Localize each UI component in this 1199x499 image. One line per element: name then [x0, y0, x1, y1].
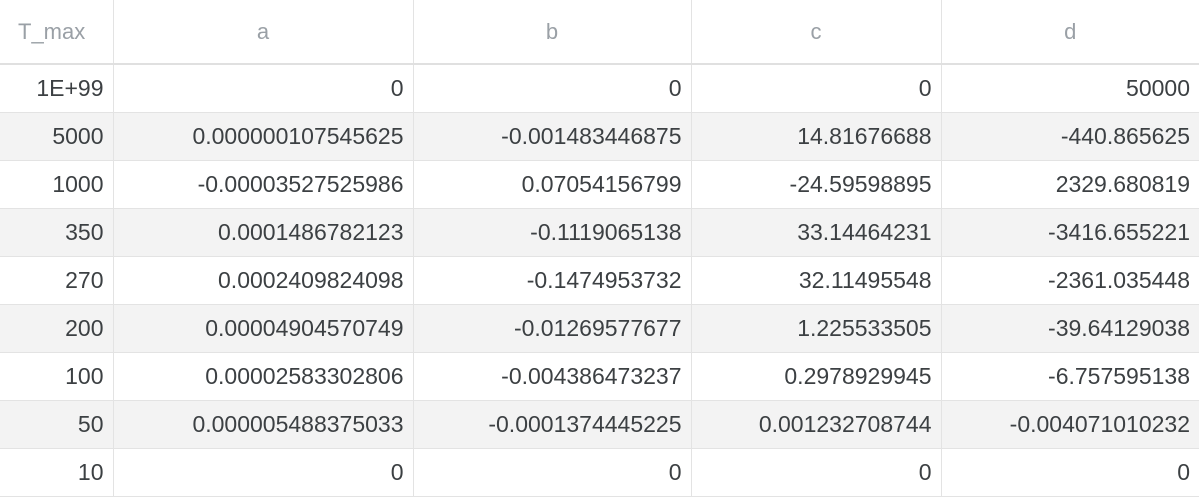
coefficients-table: T_max a b c d 1E+99 0 0 0 50000 5000 0.0…	[0, 0, 1199, 497]
table-cell[interactable]: 1.225533505	[690, 303, 942, 353]
table-cell[interactable]: 0.0001486782123	[112, 207, 414, 257]
table-cell[interactable]: 0.000005488375033	[112, 399, 414, 449]
table-cell[interactable]: -24.59598895	[690, 159, 942, 209]
table-cell[interactable]: 0.00002583302806	[112, 351, 414, 401]
table-cell[interactable]: 5000	[0, 111, 114, 161]
table-row: 1000 -0.00003527525986 0.07054156799 -24…	[0, 159, 1199, 209]
table-cell[interactable]: 32.11495548	[690, 255, 942, 305]
table-cell[interactable]: 0.001232708744	[690, 399, 942, 449]
table-cell[interactable]: -440.865625	[940, 111, 1199, 161]
table-cell[interactable]: 1E+99	[0, 63, 114, 113]
table-cell[interactable]: 0.000000107545625	[112, 111, 414, 161]
table-cell[interactable]: 14.81676688	[690, 111, 942, 161]
table-cell[interactable]: 50000	[940, 63, 1199, 113]
table-cell[interactable]: 0	[112, 447, 414, 497]
table-cell[interactable]: 0	[412, 63, 692, 113]
table-cell[interactable]: -3416.655221	[940, 207, 1199, 257]
table-row: 200 0.00004904570749 -0.01269577677 1.22…	[0, 303, 1199, 353]
column-header-c[interactable]: c	[690, 0, 942, 65]
table-row: 50 0.000005488375033 -0.0001374445225 0.…	[0, 399, 1199, 449]
table-cell[interactable]: -6.757595138	[940, 351, 1199, 401]
table-cell[interactable]: 200	[0, 303, 114, 353]
table-cell[interactable]: 0.0002409824098	[112, 255, 414, 305]
table-cell[interactable]: 10	[0, 447, 114, 497]
table-cell[interactable]: -0.1474953732	[412, 255, 692, 305]
data-table-view: T_max a b c d 1E+99 0 0 0 50000 5000 0.0…	[0, 0, 1199, 499]
table-cell[interactable]: 1000	[0, 159, 114, 209]
table-cell[interactable]: -39.64129038	[940, 303, 1199, 353]
column-header-b[interactable]: b	[412, 0, 692, 65]
table-cell[interactable]: -0.00003527525986	[112, 159, 414, 209]
table-cell[interactable]: 0	[412, 447, 692, 497]
table-cell[interactable]: 0	[940, 447, 1199, 497]
table-row: 100 0.00002583302806 -0.004386473237 0.2…	[0, 351, 1199, 401]
table-cell[interactable]: 33.14464231	[690, 207, 942, 257]
table-cell[interactable]: 50	[0, 399, 114, 449]
column-header-t-max[interactable]: T_max	[0, 0, 114, 65]
table-row: 1E+99 0 0 0 50000	[0, 63, 1199, 113]
table-cell[interactable]: -0.001483446875	[412, 111, 692, 161]
table-cell[interactable]: 0	[690, 447, 942, 497]
column-header-d[interactable]: d	[940, 0, 1199, 65]
table-cell[interactable]: 270	[0, 255, 114, 305]
table-cell[interactable]: -0.0001374445225	[412, 399, 692, 449]
table-cell[interactable]: 0	[690, 63, 942, 113]
table-cell[interactable]: -0.01269577677	[412, 303, 692, 353]
column-header-a[interactable]: a	[112, 0, 414, 65]
table-cell[interactable]: -0.1119065138	[412, 207, 692, 257]
table-row: 5000 0.000000107545625 -0.001483446875 1…	[0, 111, 1199, 161]
table-cell[interactable]: 0.2978929945	[690, 351, 942, 401]
table-cell[interactable]: 0	[112, 63, 414, 113]
table-cell[interactable]: 2329.680819	[940, 159, 1199, 209]
table-row: 10 0 0 0 0	[0, 447, 1199, 497]
header-row: T_max a b c d	[0, 0, 1199, 65]
table-cell[interactable]: 100	[0, 351, 114, 401]
table-cell[interactable]: -0.004386473237	[412, 351, 692, 401]
table-cell[interactable]: -2361.035448	[940, 255, 1199, 305]
table-row: 350 0.0001486782123 -0.1119065138 33.144…	[0, 207, 1199, 257]
table-cell[interactable]: -0.004071010232	[940, 399, 1199, 449]
table-cell[interactable]: 0.07054156799	[412, 159, 692, 209]
table-cell[interactable]: 0.00004904570749	[112, 303, 414, 353]
table-cell[interactable]: 350	[0, 207, 114, 257]
table-row: 270 0.0002409824098 -0.1474953732 32.114…	[0, 255, 1199, 305]
